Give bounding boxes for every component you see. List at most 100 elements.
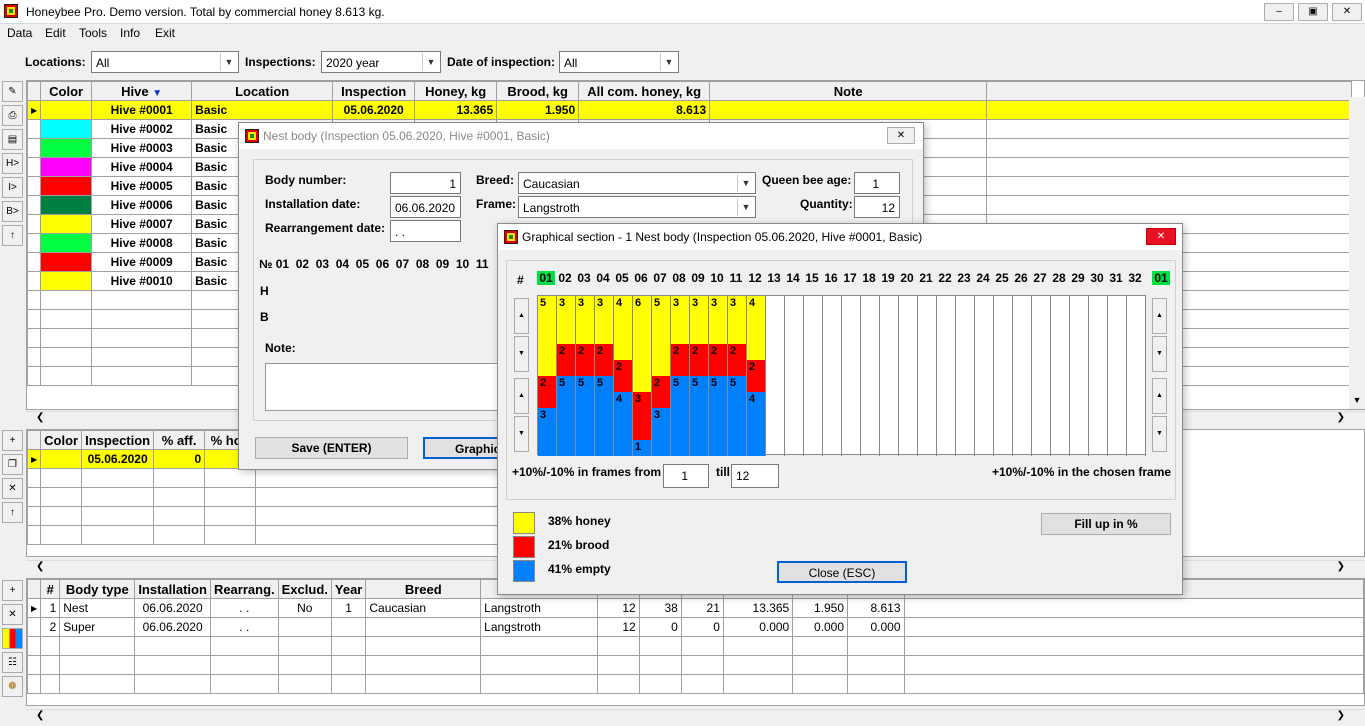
frame-column[interactable]: 3 2 5 — [709, 296, 728, 456]
col-breed[interactable]: Breed — [365, 579, 482, 599]
locations-select[interactable]: All ▼ — [91, 51, 239, 73]
frame-number[interactable]: 19 — [879, 271, 897, 285]
bodies-grid[interactable]: # Body type Installation Rearrang. Exclu… — [26, 578, 1365, 706]
graphic-button[interactable]: Graphic — [423, 437, 503, 459]
frame-number[interactable]: 32 — [1126, 271, 1144, 285]
delete-icon[interactable]: ✕ — [2, 604, 23, 625]
table-row[interactable]: ▶ 1 Nest 06.06.2020. . No 1 Caucasian Langstrot… — [27, 598, 1364, 618]
frame-column[interactable] — [899, 296, 918, 456]
frame-number[interactable]: 06 — [632, 271, 650, 285]
frame-column[interactable] — [766, 296, 785, 456]
h-forward-button[interactable]: H> — [2, 153, 23, 174]
frame-number[interactable]: 14 — [784, 271, 802, 285]
col-num[interactable]: # — [40, 579, 61, 599]
frame-column[interactable] — [1089, 296, 1108, 456]
breed-select[interactable]: Caucasian ▼ — [518, 172, 756, 194]
frame-number[interactable]: 24 — [974, 271, 992, 285]
frame-column[interactable] — [1032, 296, 1051, 456]
col-installation[interactable]: Installation — [134, 579, 211, 599]
frame-number[interactable]: 01 — [537, 271, 555, 285]
minimize-button[interactable]: – — [1264, 3, 1294, 21]
tree-icon[interactable]: ☷ — [2, 652, 23, 673]
frame-number[interactable]: 29 — [1069, 271, 1087, 285]
fill-up-button[interactable]: Fill up in % — [1041, 513, 1171, 535]
frame-number[interactable]: 10 — [708, 271, 726, 285]
close-dialog-button[interactable]: Close (ESC) — [777, 561, 907, 583]
frame-number[interactable]: 25 — [993, 271, 1011, 285]
printer-icon[interactable]: ⎙ — [2, 105, 23, 126]
frame-number[interactable]: 01 — [1152, 271, 1170, 285]
add-icon[interactable]: + — [2, 430, 23, 451]
col-hive[interactable]: Hive ▼ — [91, 81, 193, 101]
copy-icon[interactable]: ❐ — [2, 454, 23, 475]
save-button[interactable]: Save (ENTER) — [255, 437, 408, 459]
frame-column[interactable] — [1108, 296, 1127, 456]
col-exclud[interactable]: Exclud. — [277, 579, 332, 599]
frame-number[interactable]: 03 — [575, 271, 593, 285]
scroll-down-icon[interactable]: ▼ — [514, 416, 529, 452]
frame-column[interactable]: 5 2 3 — [652, 296, 671, 456]
close-icon[interactable]: ✕ — [1146, 228, 1176, 245]
frame-number[interactable]: 23 — [955, 271, 973, 285]
frame-column[interactable] — [1051, 296, 1070, 456]
frame-number[interactable]: 17 — [841, 271, 859, 285]
arrow-up-icon[interactable]: ↑ — [2, 225, 23, 246]
scroll-down-icon[interactable]: ▼ — [1152, 336, 1167, 372]
b-forward-button[interactable]: B> — [2, 201, 23, 222]
menu-edit[interactable]: Edit — [45, 26, 66, 40]
frame-column[interactable] — [880, 296, 899, 456]
frame-number[interactable]: 12 — [746, 271, 764, 285]
col-location[interactable]: Location — [191, 81, 334, 101]
add-icon[interactable]: + — [2, 580, 23, 601]
queen-age-input[interactable]: 1 — [854, 172, 900, 194]
inspections-select[interactable]: 2020 year ▼ — [321, 51, 441, 73]
delete-icon[interactable]: ✕ — [2, 478, 23, 499]
col-color[interactable]: Color — [40, 430, 83, 450]
from-input[interactable]: 1 — [663, 464, 709, 488]
body-number-input[interactable]: 1 — [390, 172, 461, 194]
frame-column[interactable] — [804, 296, 823, 456]
col-color[interactable]: Color — [40, 81, 93, 101]
col-note[interactable]: Note — [709, 81, 988, 101]
frame-column[interactable] — [861, 296, 880, 456]
scroll-down-icon[interactable]: ▼ — [1152, 416, 1167, 452]
frames-visualization[interactable]: 523325325325424631523325325325325424 — [537, 295, 1146, 456]
frame-number[interactable]: 21 — [917, 271, 935, 285]
frame-column[interactable]: 5 2 3 — [538, 296, 557, 456]
scroll-up-icon[interactable]: ▲ — [514, 298, 529, 334]
frame-column[interactable] — [994, 296, 1013, 456]
color-icon[interactable] — [2, 628, 23, 649]
frame-column[interactable]: 3 2 5 — [690, 296, 709, 456]
frame-number[interactable]: 04 — [594, 271, 612, 285]
frame-column[interactable] — [785, 296, 804, 456]
frame-column[interactable]: 4 2 4 — [614, 296, 633, 456]
frame-column[interactable] — [842, 296, 861, 456]
install-date-input[interactable]: 06.06.2020 — [390, 196, 461, 218]
frame-column[interactable]: 3 2 5 — [671, 296, 690, 456]
quantity-input[interactable]: 12 — [854, 196, 900, 218]
frame-column[interactable] — [1127, 296, 1146, 456]
frame-column[interactable] — [1013, 296, 1032, 456]
frame-number[interactable]: 07 — [651, 271, 669, 285]
frame-select[interactable]: Langstroth ▼ — [518, 196, 756, 218]
scroll-up-icon[interactable]: ▲ — [514, 378, 529, 414]
scroll-down-icon[interactable]: ▼ — [514, 336, 529, 372]
frame-number[interactable]: 31 — [1107, 271, 1125, 285]
date-select[interactable]: All ▼ — [559, 51, 679, 73]
arrow-up-icon[interactable]: ↑ — [2, 502, 23, 523]
frame-column[interactable]: 3 2 5 — [595, 296, 614, 456]
table-row[interactable]: 2 Super 06.06.2020. . Langstroth 12 0 0 0.000 0.… — [27, 617, 1364, 637]
col-honey[interactable]: Honey, kg — [414, 81, 498, 101]
frame-number[interactable]: 26 — [1012, 271, 1030, 285]
frame-column[interactable] — [918, 296, 937, 456]
frame-number[interactable]: 16 — [822, 271, 840, 285]
frame-number[interactable]: 22 — [936, 271, 954, 285]
frame-number[interactable]: 09 — [689, 271, 707, 285]
menu-exit[interactable]: Exit — [155, 26, 175, 40]
col-year[interactable]: Year — [330, 579, 367, 599]
note-textarea[interactable] — [265, 363, 505, 411]
hives-vscroll[interactable]: ▼ — [1349, 97, 1365, 409]
frame-column[interactable]: 3 2 5 — [576, 296, 595, 456]
col-allhoney[interactable]: All com. honey, kg — [578, 81, 711, 101]
table-row[interactable]: ▶ Hive #0001 Basic 05.06.2020 13.365 1.950 8.6… — [27, 100, 1353, 120]
